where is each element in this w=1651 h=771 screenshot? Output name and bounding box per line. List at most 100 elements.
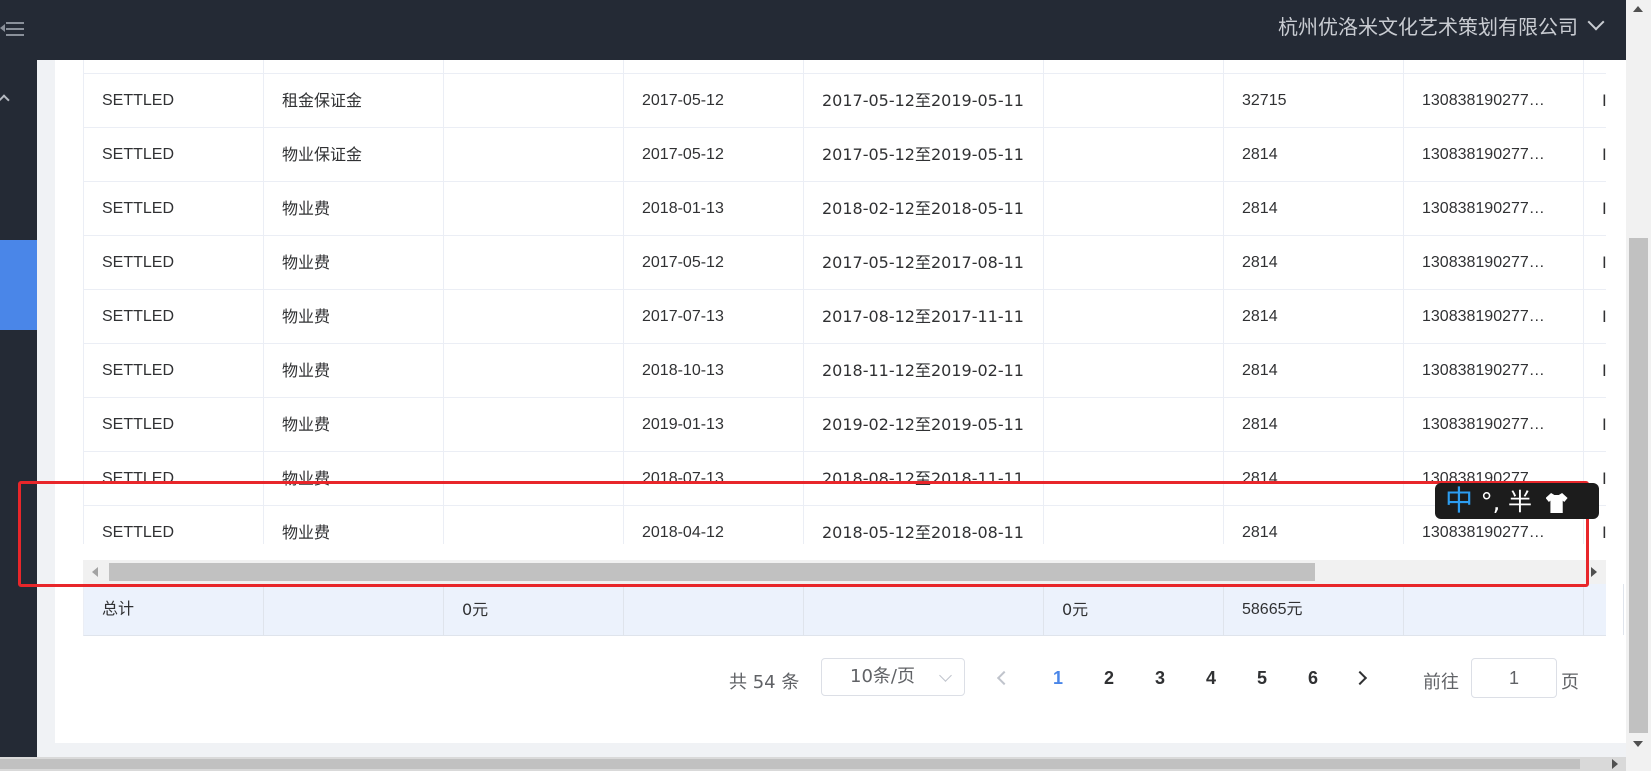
table-cell-type: 物业费 <box>264 236 444 289</box>
table-cell-col3 <box>444 60 624 73</box>
page-number[interactable]: 2 <box>1094 668 1124 689</box>
table-cell-col3 <box>444 506 624 544</box>
table-cell-date: 2018-01-13 <box>624 182 804 235</box>
scroll-down-icon[interactable] <box>1633 741 1643 747</box>
scrollbar-thumb[interactable] <box>109 563 1315 581</box>
ime-width-indicator[interactable]: 半 <box>1508 488 1532 516</box>
next-page-icon[interactable] <box>1352 670 1368 686</box>
table-cell-type: 物业费 <box>264 290 444 343</box>
table-cell-col6 <box>1044 398 1224 451</box>
table-cell-date: 2017-05-12 <box>624 74 804 127</box>
scroll-right-icon[interactable] <box>1591 567 1597 577</box>
table-row[interactable] <box>84 60 1606 74</box>
table-row[interactable]: SETTLED 物业费 2018-07-13 2018-08-12至2018-11-1… <box>84 452 1606 506</box>
ime-punct-indicator[interactable]: °, <box>1481 488 1501 516</box>
table-row[interactable]: SETTLED 物业保证金 2017-05-12 2017-05-12至2019-05… <box>84 128 1606 182</box>
goto-page-input[interactable]: 1 <box>1471 658 1557 698</box>
table-cell-code: 130838190277… <box>1404 182 1584 235</box>
table-cell-col6 <box>1044 60 1224 73</box>
table-row[interactable]: SETTLED 物业费 2019-01-13 2019-02-12至2019-05-1… <box>84 398 1606 452</box>
vertical-scrollbar[interactable] <box>1626 0 1651 771</box>
page-horizontal-scrollbar[interactable] <box>0 757 1626 771</box>
table-cell-code: 130838190277… <box>1404 398 1584 451</box>
ime-lang-indicator[interactable]: 中 <box>1445 484 1473 517</box>
page-number[interactable]: 5 <box>1247 668 1277 689</box>
summary-cell: 0元 <box>444 584 624 635</box>
table-cell-col3 <box>444 182 624 235</box>
table-cell-col9: I <box>1584 236 1606 289</box>
table-cell-date: 2018-04-12 <box>624 506 804 544</box>
table-row[interactable]: SETTLED 租金保证金 2017-05-12 2017-05-12至2019-05… <box>84 74 1606 128</box>
skin-icon[interactable] <box>1545 493 1568 513</box>
table-cell-period: 2017-05-12至2019-05-11 <box>804 128 1044 181</box>
table-cell-amount: 32715 <box>1224 74 1404 127</box>
goto-label: 前往 <box>1423 672 1459 693</box>
table-cell-col9: I <box>1584 182 1606 235</box>
table-cell-col3 <box>444 344 624 397</box>
page-number[interactable]: 3 <box>1145 668 1175 689</box>
table-cell-status: SETTLED <box>84 344 264 397</box>
ime-toolbar[interactable]: 中 °, 半 <box>1435 483 1599 519</box>
main-content: SETTLED 租金保证金 2017-05-12 2017-05-12至2019-05… <box>37 60 1626 757</box>
summary-cell <box>804 584 1044 635</box>
chevron-up-icon[interactable] <box>0 94 10 106</box>
sidebar-item-active[interactable] <box>0 240 37 330</box>
scrollbar-thumb[interactable] <box>0 759 1580 769</box>
prev-page-icon[interactable] <box>996 670 1012 686</box>
goto-suffix: 页 <box>1561 672 1579 693</box>
table-cell-col6 <box>1044 290 1224 343</box>
table-cell-amount: 2814 <box>1224 452 1404 505</box>
table-row[interactable]: SETTLED 物业费 2018-04-12 2018-05-12至2018-08-1… <box>84 506 1606 544</box>
chevron-down-icon[interactable] <box>1587 13 1605 31</box>
table-row[interactable]: SETTLED 物业费 2018-01-13 2018-02-12至2018-05-1… <box>84 182 1606 236</box>
table-cell-period: 2018-02-12至2018-05-11 <box>804 182 1044 235</box>
table-cell-status <box>84 60 264 73</box>
table-cell-type: 租金保证金 <box>264 74 444 127</box>
table-cell-amount: 2814 <box>1224 506 1404 544</box>
table-cell-period: 2018-08-12至2018-11-11 <box>804 452 1044 505</box>
table-cell-status: SETTLED <box>84 128 264 181</box>
page-number[interactable]: 6 <box>1298 668 1328 689</box>
table-cell-status: SETTLED <box>84 182 264 235</box>
table-cell-type: 物业费 <box>264 452 444 505</box>
table-cell-code: 130838190277… <box>1404 128 1584 181</box>
table-cell-amount: 2814 <box>1224 344 1404 397</box>
table-cell-col6 <box>1044 344 1224 397</box>
table-cell-col6 <box>1044 74 1224 127</box>
table-cell-date: 2017-07-13 <box>624 290 804 343</box>
scroll-up-icon[interactable] <box>1633 6 1643 12</box>
summary-cell <box>624 584 804 635</box>
table-cell-amount: 2814 <box>1224 398 1404 451</box>
table-cell-code: 130838190277… <box>1404 290 1584 343</box>
table-cell-code: 130838190277… <box>1404 236 1584 289</box>
company-name[interactable]: 杭州优洛米文化艺术策划有限公司 <box>1278 11 1578 40</box>
scroll-left-icon[interactable] <box>92 567 98 577</box>
scrollbar-thumb[interactable] <box>1629 238 1648 733</box>
horizontal-scrollbar[interactable] <box>83 560 1606 584</box>
table-cell-col9: I <box>1584 128 1606 181</box>
table-cell-type: 物业保证金 <box>264 128 444 181</box>
table-cell-date: 2018-07-13 <box>624 452 804 505</box>
table-cell-period <box>804 60 1044 73</box>
table-row[interactable]: SETTLED 物业费 2017-05-12 2017-05-12至2017-08-1… <box>84 236 1606 290</box>
table-cell-col9: I <box>1584 398 1606 451</box>
summary-cell: 0元 <box>1044 584 1224 635</box>
table-cell-col3 <box>444 74 624 127</box>
table-cell-col3 <box>444 290 624 343</box>
table-card: SETTLED 租金保证金 2017-05-12 2017-05-12至2019-05… <box>55 60 1626 743</box>
scroll-right-icon[interactable] <box>1612 759 1618 769</box>
menu-toggle-icon[interactable] <box>0 14 26 44</box>
table-row[interactable]: SETTLED 物业费 2018-10-13 2018-11-12至2019-02-1… <box>84 344 1606 398</box>
page-number[interactable]: 1 <box>1043 668 1073 689</box>
table-row[interactable]: SETTLED 物业费 2017-07-13 2017-08-12至2017-11-1… <box>84 290 1606 344</box>
page-number[interactable]: 4 <box>1196 668 1226 689</box>
page-size-select[interactable]: 10条/页 <box>821 658 965 696</box>
table-cell-date: 2017-05-12 <box>624 128 804 181</box>
table-cell-col6 <box>1044 452 1224 505</box>
table-cell-col6 <box>1044 182 1224 235</box>
table-cell-col6 <box>1044 236 1224 289</box>
table-cell-col3 <box>444 398 624 451</box>
summary-row: 总计 0元 0元 58665元 <box>83 584 1624 636</box>
table-cell-col6 <box>1044 506 1224 544</box>
table-cell-code: 130838190277… <box>1404 344 1584 397</box>
